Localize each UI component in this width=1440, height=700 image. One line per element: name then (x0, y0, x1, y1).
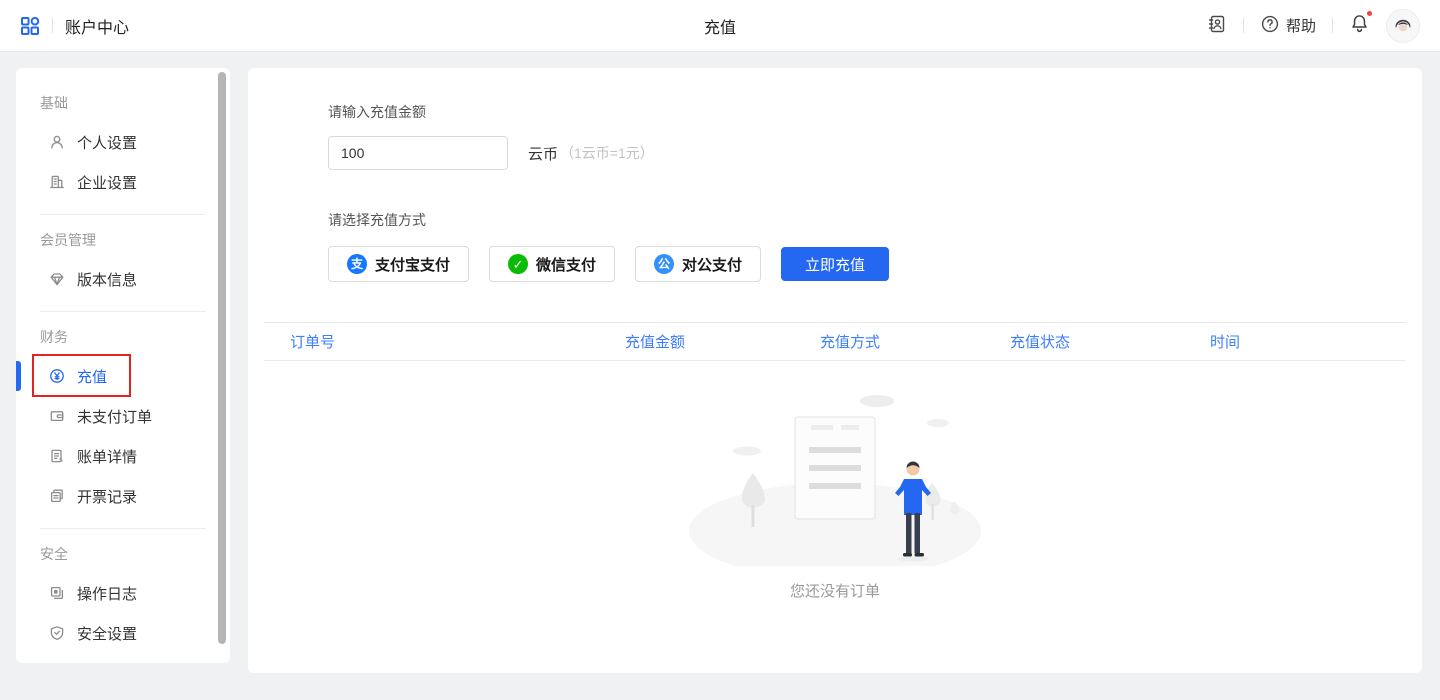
col-recharge-amount: 充值金额 (599, 331, 794, 352)
amount-label: 请输入充值金额 (328, 102, 1422, 122)
amount-input[interactable] (328, 136, 508, 170)
wechat-method-button[interactable]: ✓ 微信支付 (489, 246, 615, 282)
brand-title: 账户中心 (65, 14, 129, 38)
header-divider (52, 18, 53, 33)
empty-text: 您还没有订单 (790, 580, 880, 601)
sidebar-item-bill-details[interactable]: 账单详情 (16, 436, 230, 476)
help-button[interactable]: 帮助 (1260, 14, 1316, 38)
col-recharge-status: 充值状态 (984, 331, 1184, 352)
method-label: 请选择充值方式 (328, 210, 1422, 230)
header-divider (1243, 18, 1244, 33)
yuan-circle-icon (49, 368, 65, 384)
section-label-membership: 会员管理 (16, 215, 230, 259)
sidebar-item-label: 企业设置 (77, 172, 137, 193)
top-header: 账户中心 充值 帮助 (0, 0, 1440, 52)
log-copy-icon (49, 585, 65, 601)
sidebar-item-company-settings[interactable]: 企业设置 (16, 162, 230, 202)
wechat-label: 微信支付 (536, 254, 596, 275)
wechat-pay-icon: ✓ (508, 254, 528, 274)
sidebar-item-label: 未支付订单 (77, 406, 152, 427)
corporate-label: 对公支付 (682, 254, 742, 275)
sidebar-item-label: 开票记录 (77, 486, 137, 507)
sidebar-item-operation-log[interactable]: 操作日志 (16, 573, 230, 613)
wallet-icon (49, 408, 65, 424)
sidebar-item-version-info[interactable]: 版本信息 (16, 259, 230, 299)
apps-grid-icon[interactable] (20, 16, 40, 36)
sidebar-item-unpaid-orders[interactable]: 未支付订单 (16, 396, 230, 436)
building-icon (49, 174, 65, 190)
user-icon (49, 134, 65, 150)
alipay-method-button[interactable]: 支 支付宝支付 (328, 246, 469, 282)
recharge-now-button[interactable]: 立即充值 (781, 247, 889, 281)
sidebar: 基础 个人设置 企业设置 会员管理 (16, 68, 230, 663)
header-divider (1332, 18, 1333, 33)
gem-icon (49, 271, 65, 287)
sidebar-item-personal-settings[interactable]: 个人设置 (16, 122, 230, 162)
invoice-icon (49, 488, 65, 504)
user-avatar[interactable] (1386, 9, 1420, 43)
table-header-row: 订单号 充值金额 充值方式 充值状态 时间 (264, 323, 1406, 361)
notification-bell-button[interactable] (1349, 13, 1370, 38)
question-circle-icon (1260, 14, 1280, 38)
col-order-number: 订单号 (264, 331, 599, 352)
page-title: 充值 (704, 14, 736, 38)
sidebar-scrollbar-thumb[interactable] (218, 72, 226, 644)
section-label-basic: 基础 (16, 78, 230, 122)
sidebar-item-label: 安全设置 (77, 623, 137, 644)
section-label-finance: 财务 (16, 312, 230, 356)
notification-dot (1366, 10, 1373, 17)
alipay-icon: 支 (347, 254, 367, 274)
sidebar-item-security-policy[interactable]: 安全策略 (16, 653, 230, 663)
main-panel: 请输入充值金额 云币 （1云币=1元） 请选择充值方式 支 支付宝支付 ✓ 微信… (248, 68, 1422, 673)
orders-table: 订单号 充值金额 充值方式 充值状态 时间 (264, 322, 1406, 601)
sidebar-item-label: 账单详情 (77, 446, 137, 467)
sidebar-item-label: 操作日志 (77, 583, 137, 604)
contact-book-icon (1207, 14, 1227, 38)
col-time: 时间 (1184, 331, 1406, 352)
sidebar-item-recharge[interactable]: 充值 (16, 356, 230, 396)
active-indicator (16, 361, 21, 391)
bill-document-icon (49, 448, 65, 464)
contact-book-button[interactable] (1207, 14, 1227, 38)
corporate-pay-icon: 公 (654, 254, 674, 274)
col-recharge-method: 充值方式 (794, 331, 984, 352)
sidebar-nav: 基础 个人设置 企业设置 会员管理 (16, 68, 230, 663)
sidebar-item-label: 个人设置 (77, 132, 137, 153)
sidebar-item-label: 安全策略 (77, 663, 137, 664)
corporate-method-button[interactable]: 公 对公支付 (635, 246, 761, 282)
empty-state: 您还没有订单 (264, 391, 1406, 601)
sidebar-item-label: 充值 (77, 366, 107, 387)
shield-check-icon (49, 625, 65, 641)
alipay-label: 支付宝支付 (375, 254, 450, 275)
bell-icon (1349, 13, 1370, 38)
currency-hint: （1云币=1元） (560, 143, 654, 163)
sidebar-item-security-settings[interactable]: 安全设置 (16, 613, 230, 653)
section-label-security: 安全 (16, 529, 230, 573)
help-label: 帮助 (1286, 15, 1316, 36)
sidebar-item-invoice-records[interactable]: 开票记录 (16, 476, 230, 516)
sidebar-item-label: 版本信息 (77, 269, 137, 290)
empty-illustration (685, 391, 985, 566)
currency-unit: 云币 (528, 143, 558, 164)
